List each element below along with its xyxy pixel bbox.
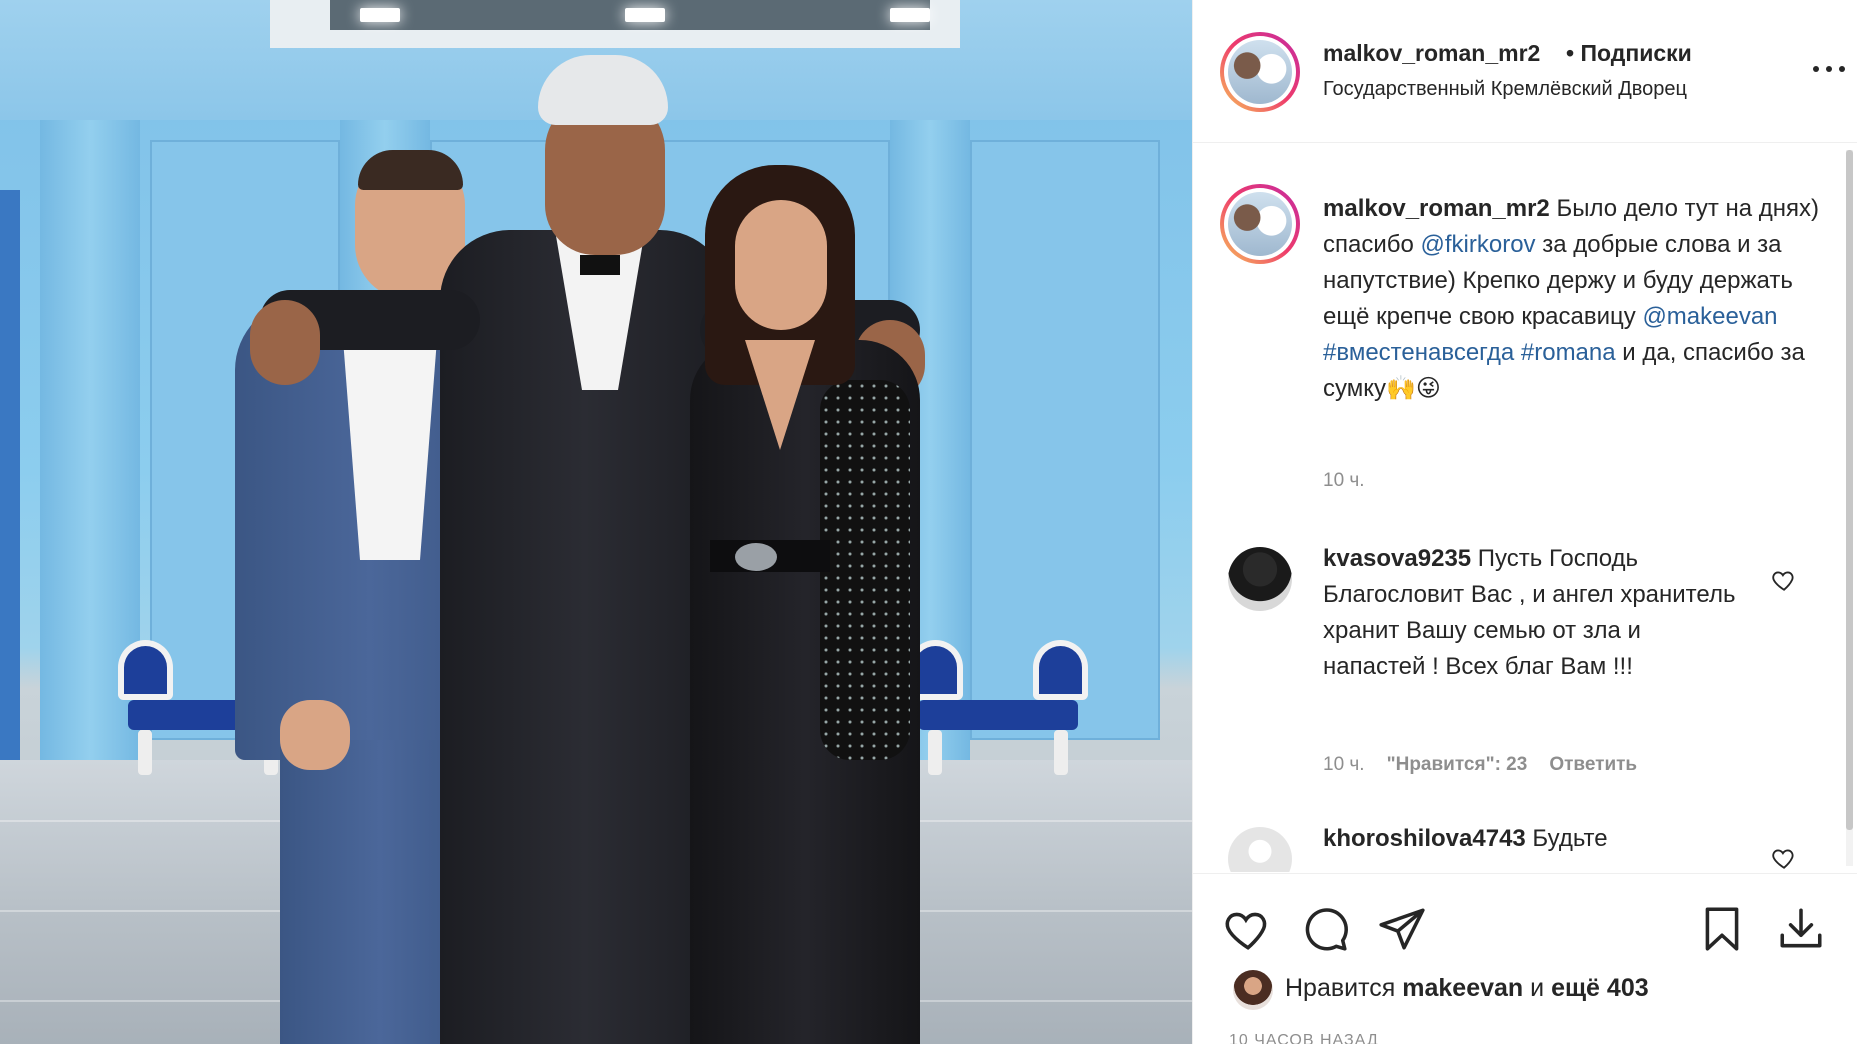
caption-author-avatar[interactable]	[1220, 184, 1300, 264]
mention-link[interactable]: @fkirkorov	[1421, 231, 1536, 258]
likes-count[interactable]: ещё 403	[1551, 974, 1649, 1002]
comment-username[interactable]: kvasova9235	[1323, 545, 1471, 572]
reply-button[interactable]: Ответить	[1549, 754, 1637, 776]
caption-username[interactable]: malkov_roman_mr2	[1323, 195, 1550, 222]
paper-plane-icon[interactable]	[1377, 904, 1427, 954]
post-side-panel: malkov_roman_mr2 • Подписки Государствен…	[1192, 0, 1857, 1044]
download-icon[interactable]	[1776, 904, 1826, 954]
hashtag-link[interactable]: #romana	[1521, 339, 1616, 366]
comment-time[interactable]: 10 ч.	[1323, 754, 1365, 776]
author-avatar[interactable]	[1220, 32, 1300, 112]
comments-scrollbar[interactable]	[1846, 150, 1853, 866]
comments-list[interactable]: malkov_roman_mr2 Было дело тут на днях) …	[1193, 144, 1857, 872]
post-location[interactable]: Государственный Кремлёвский Дворец	[1323, 78, 1687, 101]
likes-prefix: Нравится	[1285, 974, 1403, 1002]
likes-summary: Нравится makeevan и ещё 403	[1285, 974, 1649, 1003]
comment-icon[interactable]	[1300, 904, 1350, 954]
following-button[interactable]: • Подписки	[1566, 40, 1692, 67]
heart-icon[interactable]	[1771, 567, 1797, 593]
door	[0, 190, 20, 810]
comment-avatar[interactable]	[1228, 827, 1292, 872]
caption-emojis: 🙌😜	[1386, 375, 1441, 402]
caption-time[interactable]: 10 ч.	[1323, 470, 1365, 492]
comment-username[interactable]: khoroshilova4743	[1323, 825, 1526, 852]
comment-meta: 10 ч. "Нравится": 23 Ответить	[1323, 754, 1637, 776]
ceiling-light	[890, 8, 930, 22]
post-actions: Нравится makeevan и ещё 403 10 ЧАСОВ НАЗ…	[1193, 873, 1857, 1044]
ceiling-light	[625, 8, 665, 22]
posted-ago[interactable]: 10 ЧАСОВ НАЗАД	[1229, 1032, 1379, 1044]
comment-avatar[interactable]	[1228, 547, 1292, 611]
heart-icon[interactable]	[1771, 845, 1797, 871]
liker-avatar[interactable]	[1233, 970, 1273, 1010]
mention-link[interactable]: @makeevan	[1642, 303, 1777, 330]
bookmark-icon[interactable]	[1697, 904, 1747, 954]
post-header: malkov_roman_mr2 • Подписки Государствен…	[1193, 0, 1857, 143]
comment-body: Будьте	[1525, 825, 1608, 852]
more-horizontal-icon[interactable]	[1813, 66, 1845, 74]
heart-icon[interactable]	[1223, 904, 1273, 954]
bench	[908, 640, 1088, 775]
likes-middle: и	[1523, 974, 1552, 1002]
post-photo[interactable]	[0, 0, 1192, 1044]
comment-text: kvasova9235 Пусть Господь Благословит Ва…	[1323, 541, 1743, 685]
comment-text: khoroshilova4743 Будьте	[1323, 821, 1743, 857]
post-caption: malkov_roman_mr2 Было дело тут на днях) …	[1323, 191, 1823, 407]
ceiling-light	[360, 8, 400, 22]
hashtag-link[interactable]: #вместенавсегда	[1323, 339, 1514, 366]
author-username[interactable]: malkov_roman_mr2	[1323, 40, 1540, 67]
comment-likes[interactable]: "Нравится": 23	[1387, 754, 1528, 776]
liker-username[interactable]: makeevan	[1402, 974, 1523, 1002]
